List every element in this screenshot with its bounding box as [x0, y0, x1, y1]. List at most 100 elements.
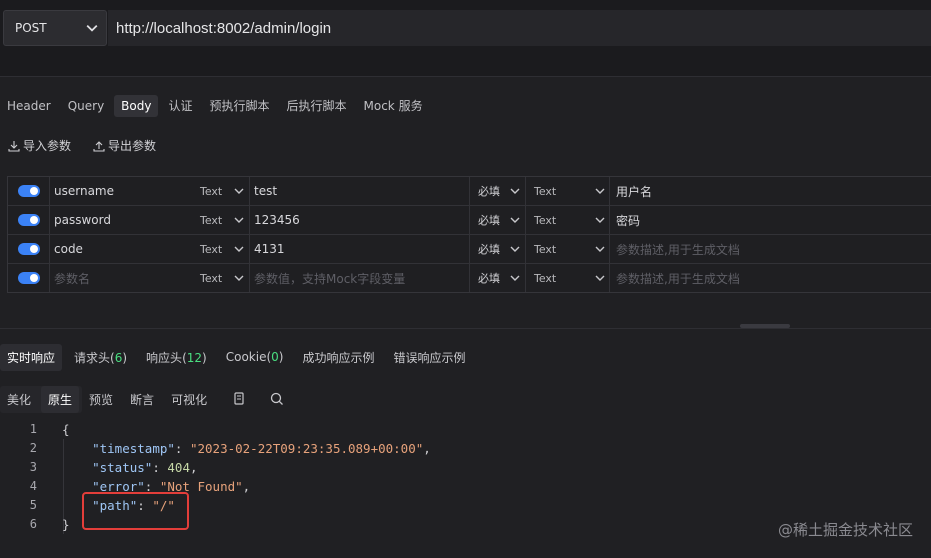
tab-assert[interactable]: 断言 [123, 386, 161, 413]
chevron-down-icon [510, 275, 520, 281]
line-number: 1 [29, 422, 37, 436]
line-number: 2 [29, 441, 37, 455]
tab-header[interactable]: Header [0, 95, 58, 117]
table-row: 参数名 Text 参数值，支持Mock字段变量 必填 Text 参数描述,用于生… [8, 264, 931, 293]
tab-realtime-response[interactable]: 实时响应 [0, 343, 63, 371]
chevron-down-icon [234, 275, 244, 281]
param-type-select[interactable]: Text [197, 177, 249, 205]
tab-body[interactable]: Body [114, 94, 159, 117]
tab-auth[interactable]: 认证 [161, 93, 199, 118]
method-select[interactable]: POST [3, 10, 107, 46]
import-label: 导入参数 [23, 139, 72, 153]
search-icon[interactable] [269, 391, 285, 407]
request-tabs: Header Query Body 认证 预执行脚本 后执行脚本 Mock 服务 [0, 93, 433, 118]
response-tabs: 实时响应 请求头(6) 响应头(12) Cookie(0) 成功响应示例 错误响… [0, 343, 478, 371]
chevron-down-icon [510, 188, 520, 194]
required-select[interactable]: 必填 [469, 206, 525, 234]
tab-request-headers[interactable]: 请求头(6) [67, 344, 134, 371]
download-icon [8, 140, 20, 152]
param-name[interactable]: username [49, 177, 197, 205]
code-text: "status": 404, [92, 460, 198, 475]
param-desc[interactable]: 密码 [609, 206, 931, 234]
divider [0, 76, 931, 77]
required-select[interactable]: 必填 [469, 177, 525, 205]
param-type-select[interactable]: Text [197, 206, 249, 234]
tab-response-headers[interactable]: 响应头(12) [139, 344, 214, 371]
chevron-down-icon [595, 188, 605, 194]
line-number: 5 [29, 498, 37, 512]
tab-raw[interactable]: 原生 [41, 385, 80, 413]
code-text: "timestamp": "2023-02-22T09:23:35.089+00… [92, 441, 431, 456]
watermark: @稀土掘金技术社区 [777, 521, 913, 539]
param-name[interactable]: code [49, 235, 197, 263]
line-number: 4 [29, 479, 37, 493]
line-number: 3 [29, 460, 37, 474]
enable-toggle[interactable] [17, 185, 40, 197]
params-table: username Text test 必填 Text 用户名 password … [7, 176, 931, 293]
tab-post-script[interactable]: 后执行脚本 [280, 93, 354, 118]
panel-divider [0, 328, 931, 329]
table-row: username Text test 必填 Text 用户名 [8, 177, 931, 206]
tab-beautify[interactable]: 美化 [0, 386, 38, 413]
param-name[interactable]: password [49, 206, 197, 234]
code-line: 3 "status": 404, [0, 458, 931, 477]
code-text: } [62, 517, 70, 532]
chevron-down-icon [510, 217, 520, 223]
chevron-down-icon [510, 246, 520, 252]
chevron-down-icon [234, 246, 244, 252]
table-row: password Text 123456 必填 Text 密码 [8, 206, 931, 235]
line-number: 6 [29, 517, 37, 531]
chevron-down-icon [234, 188, 244, 194]
tab-pre-script[interactable]: 预执行脚本 [202, 93, 276, 118]
required-select[interactable]: 必填 [469, 264, 525, 292]
tab-visualize[interactable]: 可视化 [164, 386, 214, 413]
code-line: 2 "timestamp": "2023-02-22T09:23:35.089+… [0, 439, 931, 458]
param-desc[interactable]: 用户名 [609, 177, 931, 205]
param-value-input[interactable]: 参数值，支持Mock字段变量 [249, 264, 469, 292]
upload-icon [93, 140, 105, 152]
param-desc-input[interactable]: 参数描述,用于生成文档 [609, 264, 931, 292]
url-value: http://localhost:8002/admin/login [116, 19, 332, 37]
tab-preview[interactable]: 预览 [82, 386, 120, 413]
chevron-down-icon [595, 246, 605, 252]
tab-error-example[interactable]: 错误响应示例 [386, 344, 472, 371]
param-name-input[interactable]: 参数名 [49, 264, 197, 292]
param-value[interactable]: 123456 [249, 206, 469, 234]
required-select[interactable]: 必填 [469, 235, 525, 263]
chevron-down-icon [86, 24, 98, 32]
enable-toggle[interactable] [17, 272, 40, 284]
export-params-button[interactable]: 导出参数 [93, 137, 156, 154]
code-line: 1 { [0, 420, 931, 439]
param-value[interactable]: 4131 [249, 235, 469, 263]
view-mode-group: 美化 原生 [0, 385, 83, 413]
value-type-select[interactable]: Text [525, 177, 609, 205]
value-type-select[interactable]: Text [525, 264, 609, 292]
enable-toggle[interactable] [17, 243, 40, 255]
chevron-down-icon [595, 217, 605, 223]
request-bar: POST http://localhost:8002/admin/login [0, 0, 931, 76]
tab-cookie[interactable]: Cookie(0) [219, 345, 291, 369]
value-type-select[interactable]: Text [525, 206, 609, 234]
tab-mock[interactable]: Mock 服务 [357, 93, 430, 118]
export-label: 导出参数 [108, 139, 157, 153]
param-type-select[interactable]: Text [197, 264, 249, 292]
resize-handle[interactable] [740, 324, 790, 328]
highlight-box [82, 492, 189, 530]
import-params-button[interactable]: 导入参数 [8, 137, 71, 154]
param-desc-input[interactable]: 参数描述,用于生成文档 [609, 235, 931, 263]
tab-query[interactable]: Query [61, 95, 111, 117]
copy-icon[interactable] [231, 391, 247, 407]
chevron-down-icon [234, 217, 244, 223]
tab-success-example[interactable]: 成功响应示例 [295, 344, 381, 371]
param-value[interactable]: test [249, 177, 469, 205]
view-tabs: 美化 原生 预览 断言 可视化 [0, 385, 285, 413]
code-text: { [62, 422, 70, 437]
value-type-select[interactable]: Text [525, 235, 609, 263]
param-type-select[interactable]: Text [197, 235, 249, 263]
chevron-down-icon [595, 275, 605, 281]
param-tools: 导入参数 导出参数 [8, 137, 156, 154]
method-value: POST [15, 21, 47, 35]
table-row: code Text 4131 必填 Text 参数描述,用于生成文档 [8, 235, 931, 264]
enable-toggle[interactable] [17, 214, 40, 226]
url-input[interactable]: http://localhost:8002/admin/login [108, 10, 931, 46]
